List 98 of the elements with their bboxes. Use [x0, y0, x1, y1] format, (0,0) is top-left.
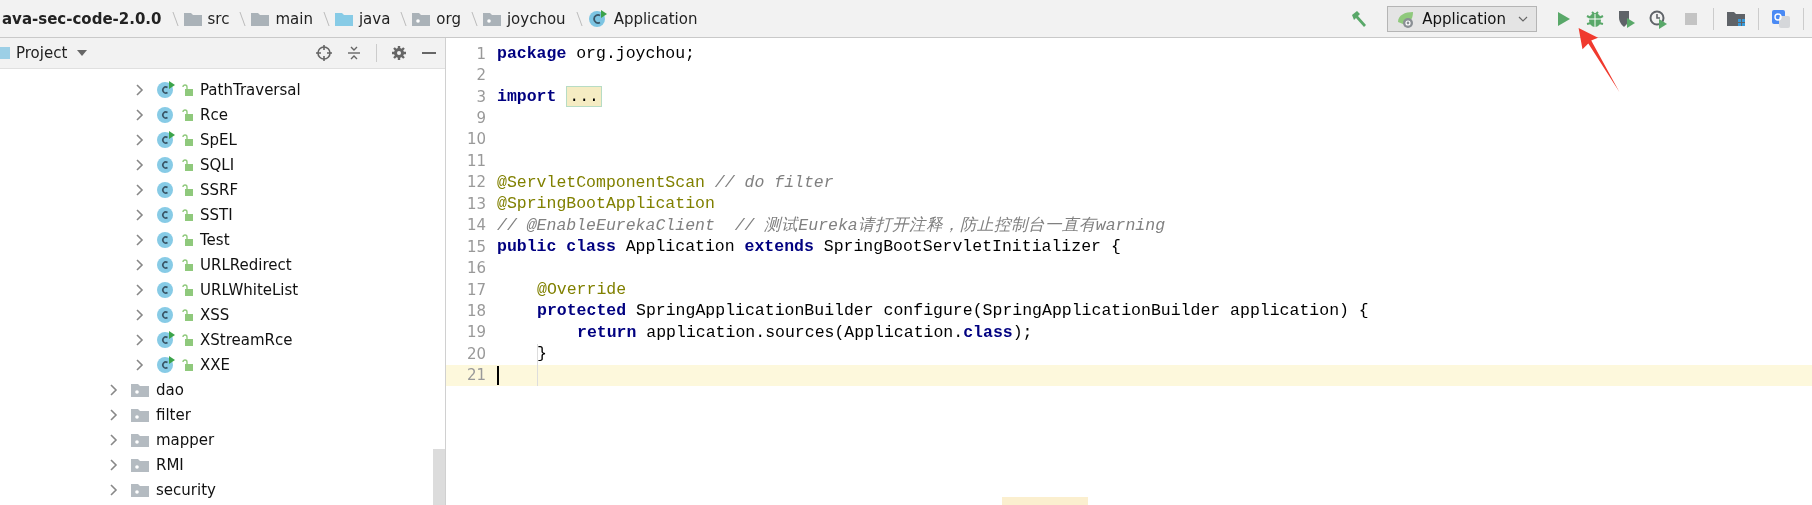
line-number: 21 — [465, 366, 486, 385]
tree-item[interactable]: security — [156, 480, 216, 499]
scrollbar-thumb[interactable] — [1002, 497, 1088, 505]
folder-icon — [183, 11, 202, 26]
code-keyword: public class — [497, 237, 616, 257]
breadcrumb-link[interactable]: java — [358, 9, 391, 28]
unlock-icon — [182, 233, 194, 246]
caret-icon — [1518, 15, 1528, 22]
code-text: Application — [625, 237, 735, 257]
clock-run-icon[interactable] — [1649, 8, 1669, 29]
unlock-icon — [182, 308, 194, 321]
tree-item[interactable]: URLRedirect — [200, 255, 292, 274]
code-keyword: return — [577, 322, 637, 342]
caret-icon — [77, 50, 88, 56]
translate-icon[interactable] — [1771, 8, 1791, 29]
unlock-icon — [182, 283, 194, 296]
package-icon — [131, 457, 149, 472]
code-annotation: @SpringBootApplication — [497, 194, 715, 214]
folder-icon — [251, 11, 270, 26]
unlock-icon — [182, 108, 194, 121]
line-number: 12 — [465, 173, 486, 192]
tree-item[interactable]: SSTI — [200, 205, 233, 224]
line-number: 1 — [475, 44, 486, 63]
run-configuration-dropdown[interactable]: Application — [1387, 5, 1537, 32]
package-icon — [412, 11, 431, 26]
code-text: } — [537, 344, 547, 364]
tree-item[interactable]: RMI — [156, 455, 184, 474]
breadcrumb-link[interactable]: main — [275, 9, 313, 28]
shield-run-icon[interactable] — [1617, 8, 1637, 29]
line-number: 9 — [475, 109, 486, 128]
line-number: 19 — [465, 323, 486, 342]
tree-item[interactable]: SQLI — [200, 155, 235, 174]
line-number: 2 — [475, 66, 486, 85]
collapse-all-icon[interactable] — [346, 45, 362, 61]
line-number: 14 — [465, 216, 486, 235]
breadcrumb-link[interactable]: Application — [613, 9, 698, 28]
line-number: 20 — [465, 344, 486, 363]
unlock-icon — [182, 158, 194, 171]
line-number: 15 — [465, 237, 486, 256]
package-icon — [131, 482, 149, 497]
breadcrumb-link[interactable]: org — [436, 9, 461, 28]
unlock-icon — [182, 183, 194, 196]
tree-item[interactable]: XStreamRce — [200, 330, 293, 349]
project-view-dropdown[interactable]: Project — [16, 44, 88, 62]
package-icon — [131, 432, 149, 447]
unlock-icon — [182, 358, 194, 371]
line-number: 11 — [465, 151, 486, 170]
breadcrumb-link[interactable]: ava-sec-code-2.0.0 — [2, 9, 162, 28]
code-comment: // do filter — [714, 172, 834, 192]
scrollbar-thumb[interactable] — [433, 449, 445, 505]
code-comment: // @EnableEurekaClient // 测试Eureka请打开注释，防止控制台一直有warning — [497, 215, 1166, 237]
unlock-icon — [182, 133, 194, 146]
code-keyword: extends — [744, 237, 814, 257]
tree-item[interactable]: XSS — [200, 305, 230, 324]
package-icon — [482, 11, 501, 26]
folded-code[interactable]: ... — [566, 86, 603, 108]
tree-item[interactable]: Test — [200, 230, 230, 249]
class-icon — [587, 8, 608, 29]
package-icon — [131, 407, 149, 422]
tree-item[interactable]: Rce — [200, 105, 228, 124]
unlock-icon — [182, 333, 194, 346]
settings-icon[interactable] — [391, 45, 407, 61]
code-keyword: protected — [537, 301, 627, 321]
code-annotation: @ServletComponentScan — [497, 172, 705, 192]
code-keyword: class — [963, 322, 1013, 342]
tree-item[interactable]: SpEL — [200, 130, 237, 149]
code-text: SpringApplicationBuilder configure(SpringApplicationBuilder application) { — [636, 301, 1369, 321]
breadcrumb-link[interactable]: joychou — [506, 9, 566, 28]
line-number: 10 — [465, 130, 486, 149]
code-keyword: package — [497, 44, 567, 64]
bug-icon[interactable] — [1585, 8, 1605, 29]
tree-item[interactable]: URLWhiteList — [200, 280, 299, 299]
locate-icon[interactable] — [316, 45, 332, 61]
text-cursor — [497, 365, 499, 385]
tree-item[interactable]: mapper — [156, 430, 215, 449]
unlock-icon — [182, 208, 194, 221]
unlock-icon — [182, 83, 194, 96]
tree-item[interactable]: filter — [156, 405, 191, 424]
tree-item[interactable]: XXE — [200, 355, 231, 374]
panel-icon — [0, 46, 10, 60]
tree-item[interactable]: dao — [156, 380, 184, 399]
line-number: 16 — [465, 259, 486, 278]
line-number: 3 — [475, 87, 486, 106]
breadcrumb-link[interactable]: src — [207, 9, 230, 28]
code-keyword: import — [497, 87, 557, 107]
code-annotation: @Override — [537, 280, 627, 300]
unlock-icon — [182, 258, 194, 271]
code-text: application.sources(Application. — [646, 322, 964, 342]
tree-item[interactable]: SSRF — [200, 180, 239, 199]
package-icon — [131, 382, 149, 397]
code-text: org.joychou; — [576, 44, 696, 64]
line-number: 18 — [465, 301, 486, 320]
line-number: 17 — [465, 280, 486, 299]
code-text: ); — [1012, 322, 1033, 342]
line-number: 13 — [465, 194, 486, 213]
tree-item[interactable]: PathTraversal — [200, 80, 301, 99]
folder-icon — [334, 11, 353, 26]
code-text: SpringBootServletInitializer { — [823, 237, 1121, 257]
